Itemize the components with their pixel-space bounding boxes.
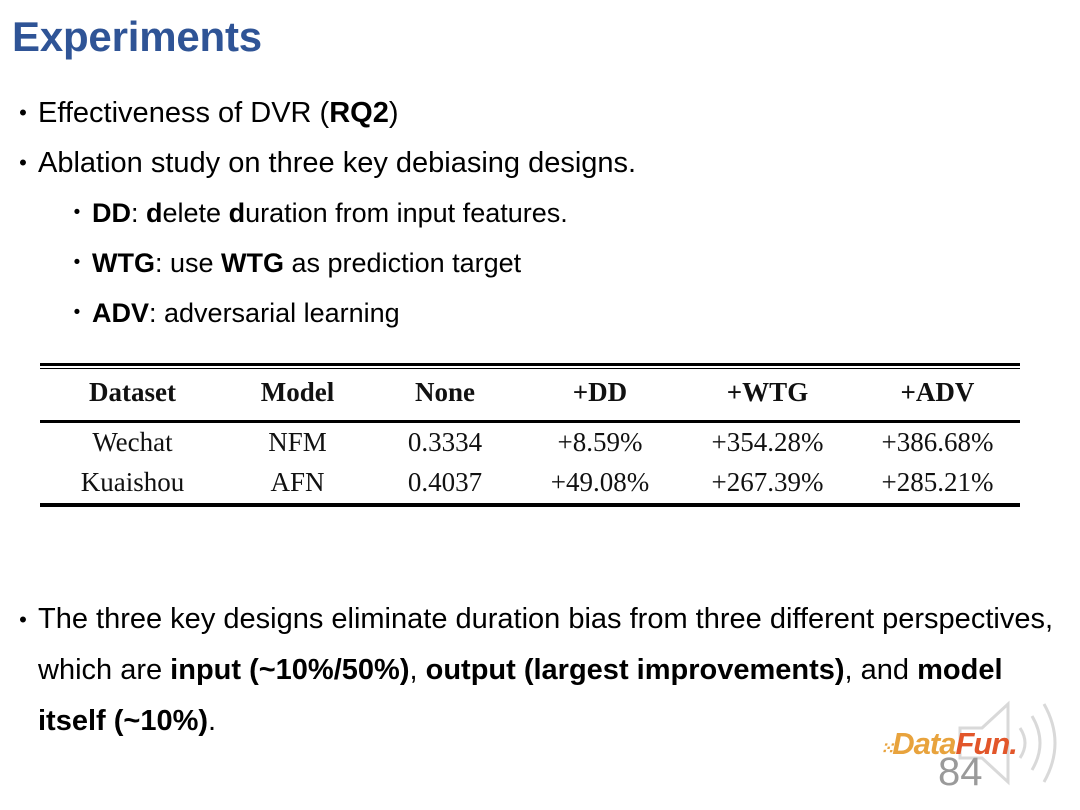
column-header-wtg: +WTG (726, 377, 809, 407)
column-header-model: Model (260, 377, 335, 407)
list-item-text: DD: delete duration from input features. (92, 198, 568, 228)
list-item-text: Ablation study on three key debiasing de… (38, 147, 637, 179)
cell-dataset: Kuaishou (80, 467, 185, 497)
results-table-body: Wechat NFM 0.3334 +8.59% +354.28% +386.6… (40, 423, 1020, 503)
table-header-row: Dataset Model None +DD +WTG +ADV (40, 366, 1020, 420)
table-bottom-rule (40, 503, 1020, 507)
list-item-text: ADV: adversarial learning (92, 298, 400, 328)
watermark-logo: ⁙DataFun. 84 (880, 688, 1080, 806)
list-item-text: Effectiveness of DVR (RQ2) (38, 97, 399, 129)
list-item: • WTG: use WTG as prediction target (0, 238, 1080, 288)
logo-dots-icon: ⁙ (880, 739, 894, 758)
cell-wtg: +267.39% (711, 467, 824, 497)
column-header-adv: +ADV (900, 377, 975, 407)
list-item-text: WTG: use WTG as prediction target (92, 248, 522, 278)
cell-model: NFM (268, 427, 327, 457)
cell-adv: +386.68% (881, 427, 994, 457)
results-table-container: Dataset Model None +DD +WTG +ADV Wechat … (40, 363, 1020, 507)
page-title: Experiments (12, 13, 262, 60)
list-item: • ADV: adversarial learning (0, 288, 1080, 338)
cell-none: 0.3334 (407, 427, 483, 457)
cell-none: 0.4037 (407, 467, 483, 497)
list-item: • DD: delete duration from input feature… (0, 188, 1080, 238)
bullet-marker-icon: • (19, 607, 27, 632)
cell-dataset: Wechat (92, 427, 173, 457)
bullet-marker-icon: • (19, 100, 27, 125)
cell-adv: +285.21% (881, 467, 994, 497)
bullet-marker-icon: • (73, 302, 81, 323)
table-row: Wechat NFM 0.3334 +8.59% +354.28% +386.6… (40, 423, 1020, 463)
list-item: • Effectiveness of DVR (RQ2) (0, 88, 1080, 138)
column-header-none: None (415, 377, 475, 407)
cell-model: AFN (270, 467, 325, 497)
bullet-marker-icon: • (73, 252, 81, 273)
table-row: Kuaishou AFN 0.4037 +49.08% +267.39% +28… (40, 463, 1020, 503)
cell-dd: +49.08% (550, 467, 650, 497)
cell-dd: +8.59% (557, 427, 643, 457)
bullet-marker-icon: • (73, 202, 81, 223)
results-table: Dataset Model None +DD +WTG +ADV (40, 366, 1020, 420)
column-header-dataset: Dataset (89, 377, 176, 407)
page-number: 84 (938, 750, 983, 794)
bullet-list: • Effectiveness of DVR (RQ2) • Ablation … (0, 88, 1080, 338)
cell-wtg: +354.28% (711, 427, 824, 457)
bullet-marker-icon: • (19, 150, 27, 175)
list-item: • Ablation study on three key debiasing … (0, 138, 1080, 188)
column-header-dd: +DD (572, 377, 628, 407)
